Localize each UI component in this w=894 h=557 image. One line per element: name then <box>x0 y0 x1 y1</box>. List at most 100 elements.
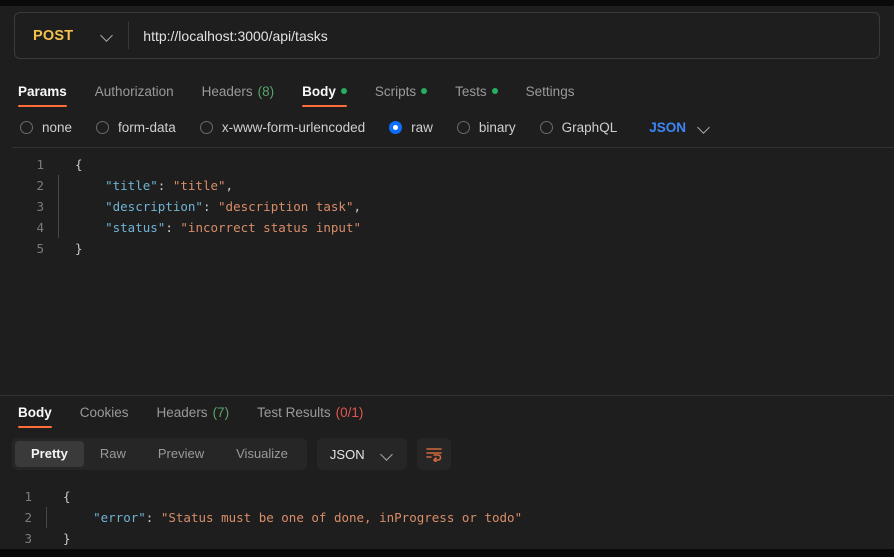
radio-icon <box>456 121 470 134</box>
postman-request-response-view: POST http://localhost:3000/api/tasks Par… <box>0 0 894 557</box>
response-tab-bar: Body Cookies Headers (7) Test Results (0… <box>0 396 894 428</box>
response-view-mode-group: Pretty Raw Preview Visualize <box>12 438 307 470</box>
body-type-label: none <box>42 120 73 135</box>
code-token: "title" <box>105 178 158 193</box>
radio-icon <box>539 121 553 134</box>
request-tab-settings[interactable]: Settings <box>512 83 589 108</box>
request-tab-label: Tests <box>455 83 487 99</box>
url-input[interactable]: http://localhost:3000/api/tasks <box>129 13 879 58</box>
code-line: 3} <box>0 528 894 549</box>
radio-icon <box>199 121 213 134</box>
request-body-editor[interactable]: 1{2 "title": "title", 3 "description": "d… <box>12 147 894 395</box>
code-token: { <box>63 489 71 504</box>
response-tab-label: Headers <box>156 404 208 420</box>
code-token: "description task" <box>218 199 354 214</box>
code-line-text: "status": "incorrect status input" <box>59 217 361 238</box>
code-token: "error" <box>93 510 146 525</box>
code-token: , <box>225 178 234 193</box>
code-token: } <box>75 241 83 256</box>
request-code-lines: 1{2 "title": "title", 3 "description": "d… <box>12 148 894 259</box>
http-method-selector[interactable]: POST <box>15 13 128 58</box>
body-type-radio-row: none form-data x-www-form-urlencoded raw… <box>0 107 894 147</box>
body-type-label: GraphQL <box>561 120 618 135</box>
code-line: 2 "error": "Status must be one of done, … <box>0 507 894 528</box>
code-token: "Status must be one of done, inProgress … <box>160 510 523 525</box>
body-type-raw[interactable]: raw <box>389 120 433 135</box>
response-tab-label: Body <box>18 404 52 420</box>
code-line: 1{ <box>12 154 894 175</box>
line-number: 3 <box>24 531 32 546</box>
body-type-graphql[interactable]: GraphQL <box>539 120 618 135</box>
body-type-form-data[interactable]: form-data <box>96 120 176 135</box>
modified-dot-icon <box>491 88 498 95</box>
code-token: "title" <box>172 178 226 193</box>
response-body-viewer[interactable]: 1 {2 "error": "Status must be one of done… <box>0 478 894 549</box>
code-line-text: { <box>59 154 83 175</box>
response-tab-test-results[interactable]: Test Results (0/1) <box>243 404 377 429</box>
request-tab-label: Body <box>302 83 336 99</box>
request-tab-authorization[interactable]: Authorization <box>81 83 188 108</box>
request-tab-label: Authorization <box>94 83 174 99</box>
code-line-text: "description": "description task", <box>59 196 361 217</box>
line-number: 2 <box>24 510 32 525</box>
request-tab-label: Settings <box>525 83 575 99</box>
response-headers-count: (7) <box>212 404 230 420</box>
body-type-label: raw <box>411 120 433 135</box>
line-number: 1 <box>24 489 32 504</box>
request-tab-scripts[interactable]: Scripts <box>361 83 441 108</box>
body-type-label: binary <box>478 120 516 135</box>
code-token: : <box>145 510 161 525</box>
code-line-text: } <box>47 528 71 549</box>
response-tab-cookies[interactable]: Cookies <box>66 405 143 429</box>
chevron-down-icon <box>381 448 394 461</box>
code-token: "incorrect status input" <box>180 220 362 235</box>
code-line-text: "error": "Status must be one of done, in… <box>47 507 522 528</box>
request-tab-tests[interactable]: Tests <box>441 83 512 108</box>
response-toolbar: Pretty Raw Preview Visualize JSON <box>0 428 894 478</box>
code-line: 3 "description": "description task", <box>12 196 894 217</box>
test-results-count: (0/1) <box>335 404 364 420</box>
request-tab-params[interactable]: Params <box>14 83 81 108</box>
body-type-none[interactable]: none <box>20 120 72 135</box>
code-token: : <box>202 199 219 214</box>
request-tab-headers[interactable]: Headers (8) <box>188 83 289 108</box>
response-tab-body[interactable]: Body <box>14 404 66 429</box>
line-number: 4 <box>36 220 44 235</box>
code-token: "status" <box>105 220 166 235</box>
request-tab-label: Headers <box>201 83 253 99</box>
request-tab-body[interactable]: Body <box>288 83 361 108</box>
chevron-down-icon <box>101 29 114 42</box>
raw-format-selector[interactable]: JSON <box>649 120 711 135</box>
wrap-lines-button[interactable] <box>416 438 451 470</box>
code-token: : <box>165 220 181 235</box>
body-type-label: x-www-form-urlencoded <box>221 120 366 135</box>
url-bar: POST http://localhost:3000/api/tasks <box>14 12 880 59</box>
response-format-label: JSON <box>329 446 365 462</box>
line-number: 1 <box>36 157 44 172</box>
body-type-urlencoded[interactable]: x-www-form-urlencoded <box>199 120 366 135</box>
chevron-down-icon <box>698 121 711 134</box>
request-headers-count: (8) <box>257 83 275 99</box>
body-type-binary[interactable]: binary <box>456 120 516 135</box>
view-mode-preview[interactable]: Preview <box>142 441 220 467</box>
text-wrap-icon <box>425 448 442 462</box>
request-tab-label: Scripts <box>374 83 417 99</box>
modified-dot-icon <box>340 88 347 95</box>
code-token: } <box>63 531 71 546</box>
code-line: 2 "title": "title", <box>12 175 894 196</box>
view-mode-pretty[interactable]: Pretty <box>15 441 84 467</box>
response-code-lines: 1 {2 "error": "Status must be one of done… <box>0 480 894 549</box>
modified-dot-icon <box>421 88 428 95</box>
code-token: , <box>353 199 362 214</box>
response-format-selector[interactable]: JSON <box>316 438 407 470</box>
view-mode-visualize[interactable]: Visualize <box>220 441 304 467</box>
line-number: 2 <box>36 178 44 193</box>
code-token: : <box>157 178 173 193</box>
response-tab-headers[interactable]: Headers (7) <box>143 404 244 429</box>
request-tab-label: Params <box>18 83 67 99</box>
view-mode-raw[interactable]: Raw <box>84 441 142 467</box>
code-line: 4 "status": "incorrect status input" <box>12 217 894 238</box>
